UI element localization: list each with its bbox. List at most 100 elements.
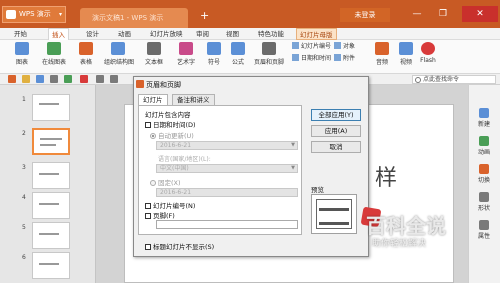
minimize-button[interactable]: —	[408, 6, 426, 22]
apply-button[interactable]: 应用(A)	[311, 125, 361, 137]
group-label: 幻灯片包含内容	[145, 111, 191, 119]
language-dropdown[interactable]: 中文(中国) ▼	[156, 164, 298, 173]
auto-update-radio[interactable]: 自动更新(U)	[150, 130, 194, 140]
redo-icon[interactable]	[110, 75, 118, 83]
pane-properties-label: 属性	[477, 233, 490, 240]
table-button[interactable]: 表格	[72, 42, 100, 72]
footer-checkbox[interactable]: 页脚(F)	[145, 210, 175, 220]
slide-number-icon	[292, 42, 299, 49]
slide-thumbnail[interactable]	[32, 162, 70, 189]
command-search-input[interactable]: 点此查找命令	[412, 75, 496, 84]
org-chart-button[interactable]: 组织结构图	[104, 42, 135, 72]
slide-title-text[interactable]: 样	[375, 160, 397, 192]
pane-properties[interactable]: 属性	[472, 220, 496, 240]
slide-thumbnail[interactable]	[32, 252, 70, 279]
footer-checkbox-label: 页脚(F)	[153, 212, 175, 220]
flash-button[interactable]: Flash	[414, 42, 442, 72]
tab-notes-handouts[interactable]: 备注和讲义	[172, 94, 215, 105]
pane-shape-label: 形状	[477, 205, 490, 212]
wordart-button[interactable]: 艺术字	[172, 42, 200, 72]
fixed-date-radio[interactable]: 固定(X)	[150, 177, 181, 187]
tab-view[interactable]: 视图	[226, 28, 239, 40]
login-button[interactable]: 未登录	[340, 8, 390, 22]
new-file-icon[interactable]	[8, 75, 16, 83]
dialog-app-icon	[136, 80, 144, 88]
open-folder-icon[interactable]	[22, 75, 30, 83]
online-chart-button[interactable]: 在线图表	[40, 42, 68, 72]
undo-icon[interactable]	[96, 75, 104, 83]
org-chart-label: 组织结构图	[104, 59, 135, 66]
save-icon[interactable]	[36, 75, 44, 83]
object-button[interactable]: 对象	[334, 42, 355, 52]
formula-button[interactable]: 公式	[224, 42, 252, 72]
close-button[interactable]: ✕	[462, 6, 498, 22]
cancel-button[interactable]: 取消	[311, 141, 361, 153]
auto-date-dropdown[interactable]: 2016-6-21 ▼	[156, 141, 298, 150]
tab-review[interactable]: 审阅	[196, 28, 209, 40]
chart-button[interactable]: 图表	[8, 42, 36, 72]
date-time-checkbox[interactable]: 日期和时间(D)	[145, 119, 196, 129]
tab-slide-master[interactable]: 幻灯片母版	[296, 28, 337, 40]
new-tab-button[interactable]: +	[200, 10, 212, 22]
tab-animation[interactable]: 动画	[118, 28, 131, 40]
print-icon[interactable]	[50, 75, 58, 83]
slide-thumbnail[interactable]	[32, 192, 70, 219]
slide-thumbnail[interactable]	[32, 94, 70, 121]
hide-on-title-slide-checkbox[interactable]: 标题幻灯片不显示(S)	[145, 241, 214, 251]
wps-app-menu-button[interactable]: WPS 演示 ▾	[2, 6, 66, 23]
date-time-button[interactable]: 日期和时间	[292, 54, 331, 64]
tab-start[interactable]: 开始	[14, 28, 27, 40]
textbox-button[interactable]: 文本框	[140, 42, 168, 72]
tab-design[interactable]: 设计	[86, 28, 99, 40]
thumb-line	[39, 173, 59, 175]
preview-bar	[319, 222, 349, 225]
preview-label: 预览	[311, 186, 324, 194]
preview-slide	[316, 199, 352, 229]
symbol-icon	[207, 42, 221, 55]
preview-icon[interactable]	[64, 75, 72, 83]
slide-thumbnail[interactable]	[32, 222, 70, 249]
fixed-date-input[interactable]: 2016-6-21	[156, 188, 298, 197]
date-time-checkbox-label: 日期和时间(D)	[153, 121, 196, 129]
checkbox-box	[145, 122, 151, 128]
header-footer-icon	[262, 42, 276, 55]
object-label: 对象	[343, 43, 356, 50]
thumb-number: 3	[22, 164, 26, 171]
tab-insert[interactable]: 插入	[48, 28, 69, 40]
header-footer-label: 页眉和页脚	[253, 59, 284, 66]
auto-date-value: 2016-6-21	[160, 142, 192, 149]
flash-label: Flash	[420, 57, 436, 64]
pdf-icon[interactable]	[80, 75, 88, 83]
checkbox-box	[145, 244, 151, 250]
slide-number-checkbox[interactable]: 幻灯片编号(N)	[145, 200, 195, 210]
fixed-label: 固定(X)	[158, 179, 181, 187]
restore-button[interactable]: ❐	[434, 6, 452, 22]
thumb-number: 2	[22, 130, 26, 137]
pane-animation[interactable]: 动画	[472, 136, 496, 156]
wordart-icon	[179, 42, 193, 55]
header-footer-button[interactable]: 页眉和页脚	[252, 42, 286, 72]
pane-shape[interactable]: 形状	[472, 192, 496, 212]
document-tab[interactable]: 演示文稿1 - WPS 演示	[80, 8, 188, 28]
slide-thumbnail-selected[interactable]	[32, 128, 70, 155]
video-icon	[399, 42, 413, 55]
pane-transition[interactable]: 切换	[472, 164, 496, 184]
thumb-number: 5	[22, 224, 26, 231]
thumb-line	[39, 263, 59, 265]
ribbon-tab-bar: 开始 插入 设计 动画 幻灯片放映 审阅 视图 特色功能 幻灯片母版	[0, 28, 500, 40]
dialog-title: 页眉和页脚	[146, 81, 181, 89]
slide-number-button[interactable]: 幻灯片编号	[292, 42, 331, 52]
app-name: WPS 演示	[19, 10, 51, 18]
attachment-label: 附件	[343, 55, 356, 62]
pane-new[interactable]: 新建	[472, 108, 496, 128]
checkbox-box	[145, 203, 151, 209]
search-placeholder: 点此查找命令	[423, 76, 460, 83]
tab-slideshow[interactable]: 幻灯片放映	[150, 28, 183, 40]
tab-special[interactable]: 特色功能	[258, 28, 284, 40]
attachment-button[interactable]: 附件	[334, 54, 355, 64]
apply-all-button[interactable]: 全部应用(Y)	[311, 109, 361, 121]
pane-transition-label: 切换	[477, 177, 490, 184]
thumb-number: 6	[22, 254, 26, 261]
footer-text-input[interactable]	[156, 220, 298, 229]
textbox-label: 文本框	[144, 59, 163, 66]
